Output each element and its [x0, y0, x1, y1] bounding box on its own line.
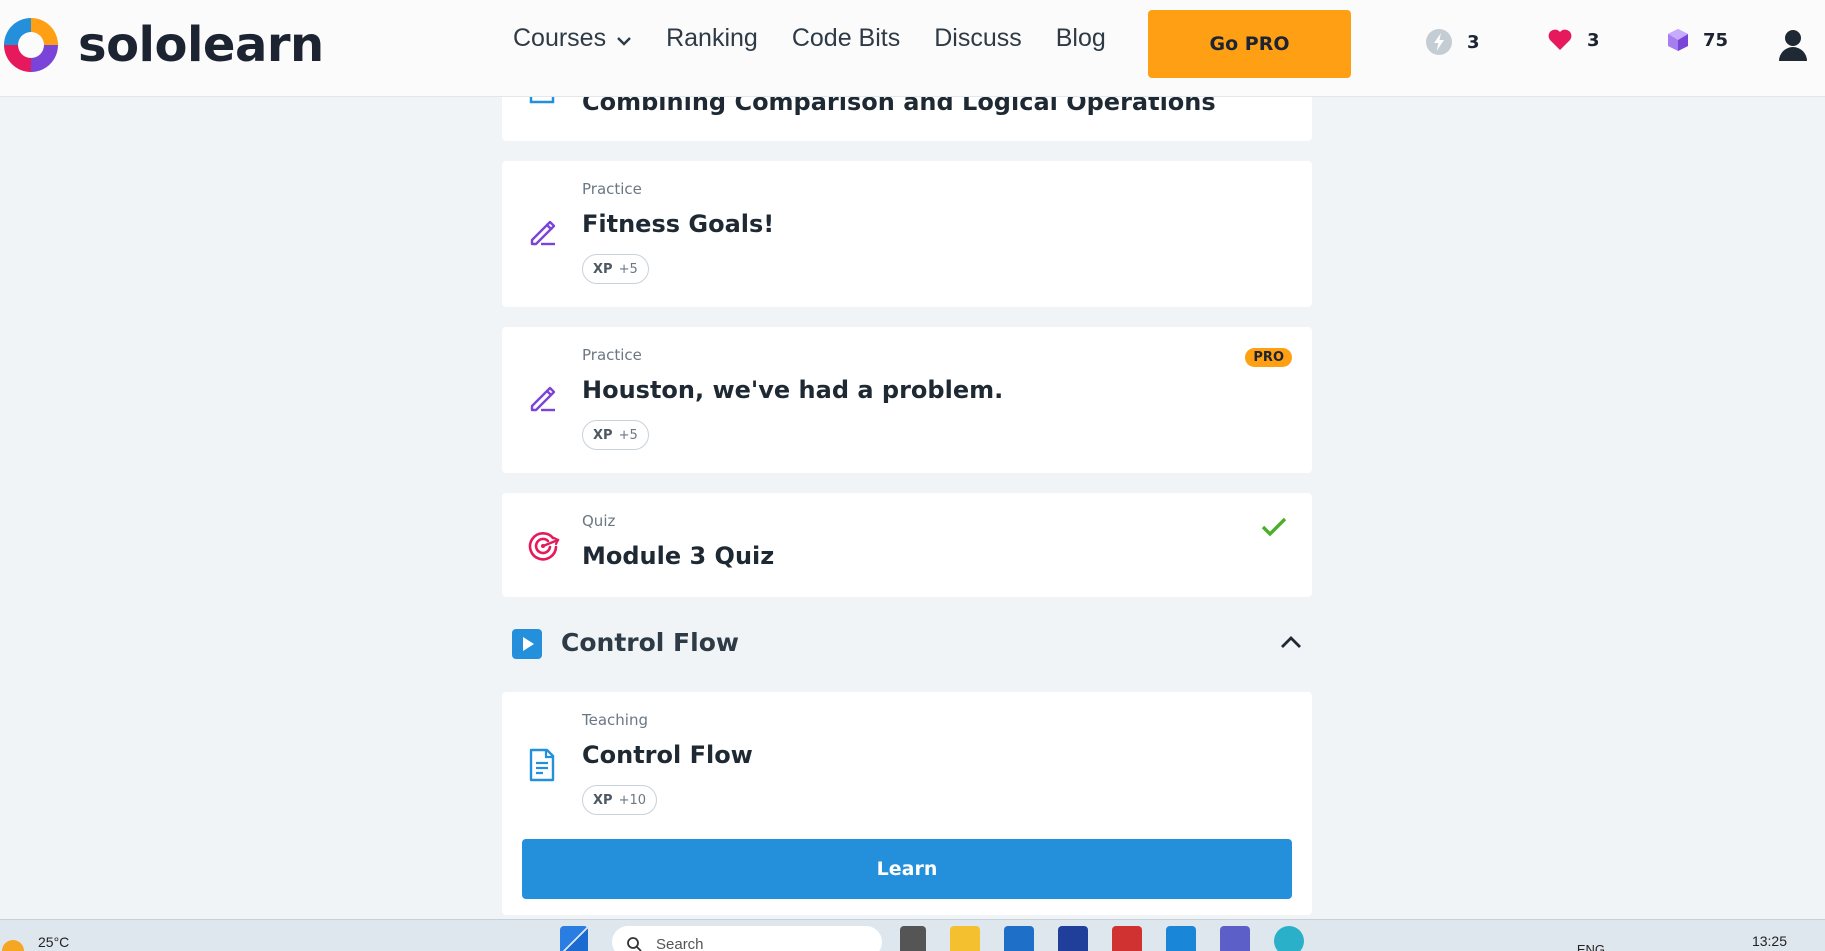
lesson-title: Fitness Goals! — [582, 210, 775, 238]
app-icon[interactable] — [1058, 926, 1088, 951]
lesson-title: Control Flow — [582, 741, 753, 769]
practice-pencil-icon — [527, 382, 559, 418]
xp-value: +5 — [618, 261, 638, 277]
clock[interactable]: 13:25 — [1752, 933, 1787, 949]
windows-start-icon[interactable] — [560, 926, 588, 951]
xp-label: XP — [593, 427, 613, 443]
lesson-card-fitness-goals[interactable]: Practice Fitness Goals! XP +5 — [502, 161, 1312, 307]
language-indicator[interactable]: ENG — [1577, 942, 1605, 951]
nav-code-bits[interactable]: Code Bits — [792, 24, 900, 53]
windows-taskbar: 25°C Search ENG 13:25 — [0, 919, 1825, 951]
search-placeholder: Search — [656, 936, 704, 951]
xp-badge: XP +5 — [582, 420, 649, 450]
xp-label: XP — [593, 261, 613, 277]
lesson-title: Houston, we've had a problem. — [582, 376, 1004, 404]
hearts-counter[interactable]: 3 — [1547, 28, 1600, 52]
user-icon — [1779, 30, 1807, 61]
teams-icon[interactable] — [1220, 926, 1250, 951]
weather-temp: 25°C — [38, 934, 70, 950]
play-icon — [512, 629, 542, 663]
search-icon — [626, 936, 642, 951]
lesson-kind: Quiz — [582, 512, 616, 530]
nav-courses-label: Courses — [513, 24, 607, 52]
streak-counter[interactable]: 3 — [1425, 28, 1480, 56]
section-header-control-flow[interactable]: Control Flow — [502, 614, 1312, 674]
xp-value: +5 — [618, 427, 638, 443]
streak-count: 3 — [1467, 31, 1480, 53]
user-avatar[interactable] — [1778, 28, 1808, 66]
nav-discuss[interactable]: Discuss — [934, 24, 1022, 53]
lightning-icon — [1426, 29, 1452, 55]
lesson-card-module-3-quiz[interactable]: Quiz Module 3 Quiz — [502, 493, 1312, 597]
hearts-count: 3 — [1587, 29, 1600, 51]
bits-count: 75 — [1703, 29, 1729, 51]
browser-icon[interactable] — [1166, 926, 1196, 951]
lesson-kind: Teaching — [582, 711, 648, 729]
taskbar-search-input[interactable]: Search — [612, 926, 882, 951]
lesson-kind: Practice — [582, 346, 642, 364]
pro-badge: PRO — [1245, 348, 1292, 367]
sun-icon — [2, 940, 24, 951]
xp-label: XP — [593, 792, 613, 808]
teaching-icon — [527, 747, 557, 787]
bits-counter[interactable]: 75 — [1667, 28, 1728, 52]
weather-widget[interactable]: 25°C — [0, 922, 69, 951]
nav-ranking[interactable]: Ranking — [666, 24, 758, 53]
quiz-target-icon — [527, 528, 561, 566]
section-title: Control Flow — [561, 628, 739, 657]
lesson-card-control-flow[interactable]: Teaching Control Flow XP +10 Learn — [502, 692, 1312, 915]
xp-badge: XP +10 — [582, 785, 657, 815]
taskbar-apps: Search — [560, 926, 1328, 951]
file-explorer-icon[interactable] — [950, 926, 980, 951]
store-icon[interactable] — [1004, 926, 1034, 951]
practice-pencil-icon — [527, 216, 559, 252]
check-icon — [1260, 515, 1288, 543]
heart-icon — [1548, 29, 1572, 50]
learn-button[interactable]: Learn — [522, 839, 1292, 899]
sololearn-logo[interactable]: sololearn — [0, 14, 324, 76]
gmail-icon[interactable] — [1112, 926, 1142, 951]
xp-value: +10 — [618, 792, 646, 808]
lesson-card-houston[interactable]: Practice PRO Houston, we've had a proble… — [502, 327, 1312, 473]
chevron-up-icon[interactable] — [1280, 634, 1302, 653]
go-pro-button[interactable]: Go PRO — [1148, 10, 1351, 78]
nav-blog[interactable]: Blog — [1056, 24, 1106, 53]
lesson-title: Module 3 Quiz — [582, 542, 775, 570]
task-view-icon[interactable] — [900, 926, 926, 951]
cube-icon — [1668, 29, 1688, 51]
top-navigation-bar: sololearn Courses Ranking Code Bits Disc… — [0, 0, 1825, 97]
system-tray: ENG 13:25 — [1425, 920, 1825, 951]
lesson-kind: Practice — [582, 180, 642, 198]
xp-badge: XP +5 — [582, 254, 649, 284]
brand-name: sololearn — [78, 17, 324, 73]
main-nav: Courses Ranking Code Bits Discuss Blog — [513, 24, 1140, 53]
edge-icon[interactable] — [1274, 926, 1304, 951]
nav-courses[interactable]: Courses — [513, 24, 632, 53]
sololearn-logo-icon — [4, 18, 58, 72]
chevron-down-icon — [616, 24, 632, 53]
